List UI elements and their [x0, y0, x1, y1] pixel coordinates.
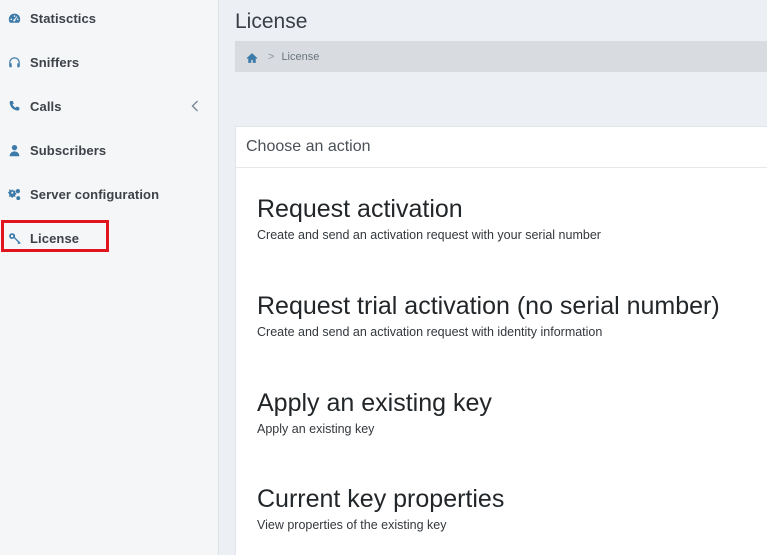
sidebar-item-label: Calls: [30, 98, 62, 114]
breadcrumb: > License: [235, 41, 767, 72]
user-icon: [7, 143, 21, 157]
sidebar-item-label: Server configuration: [30, 186, 160, 202]
sidebar-item-label: Sniffers: [30, 54, 80, 70]
action-current-key-properties[interactable]: Current key properties View properties o…: [257, 485, 504, 532]
sidebar-item-server-configuration[interactable]: Server configuration: [0, 176, 219, 212]
action-apply-existing-key[interactable]: Apply an existing key Apply an existing …: [257, 389, 492, 436]
sidebar-item-license[interactable]: License: [0, 220, 219, 256]
action-title[interactable]: Apply an existing key: [257, 389, 492, 418]
key-icon: [7, 231, 21, 245]
phone-icon: [7, 99, 21, 113]
sidebar-item-label: Statisctics: [30, 10, 97, 26]
action-title[interactable]: Current key properties: [257, 485, 504, 514]
sidebar-item-statistics[interactable]: Statisctics: [0, 0, 219, 36]
sidebar-item-sniffers[interactable]: Sniffers: [0, 44, 219, 80]
headphones-icon: [7, 55, 21, 69]
sidebar-item-label: Subscribers: [30, 142, 107, 158]
action-request-activation[interactable]: Request activation Create and send an ac…: [257, 195, 601, 242]
home-icon[interactable]: [246, 51, 258, 63]
breadcrumb-separator: >: [268, 50, 275, 63]
main-content: License > License Choose an action Reque…: [220, 0, 767, 555]
action-description: Create and send an activation request wi…: [257, 325, 603, 339]
sidebar-item-subscribers[interactable]: Subscribers: [0, 132, 219, 168]
action-description: Create and send an activation request wi…: [257, 228, 601, 242]
page-title: License: [235, 10, 308, 33]
action-title[interactable]: Request trial activation (no serial numb…: [257, 292, 720, 321]
sidebar-item-label: License: [30, 230, 80, 246]
dashboard-icon: [7, 11, 21, 25]
panel-header: Choose an action: [236, 127, 767, 168]
action-panel: Choose an action Request activation Crea…: [235, 126, 767, 555]
sidebar-item-calls[interactable]: Calls: [0, 88, 219, 124]
gears-icon: [7, 187, 21, 201]
sidebar: Statisctics Sniffers Calls Subscribers S…: [0, 0, 219, 555]
action-title[interactable]: Request activation: [257, 195, 601, 224]
action-request-trial-activation[interactable]: Request trial activation (no serial numb…: [257, 292, 720, 339]
chevron-left-icon[interactable]: [191, 99, 201, 113]
action-description: Apply an existing key: [257, 422, 375, 436]
breadcrumb-current: License: [281, 50, 320, 63]
action-description: View properties of the existing key: [257, 518, 447, 532]
